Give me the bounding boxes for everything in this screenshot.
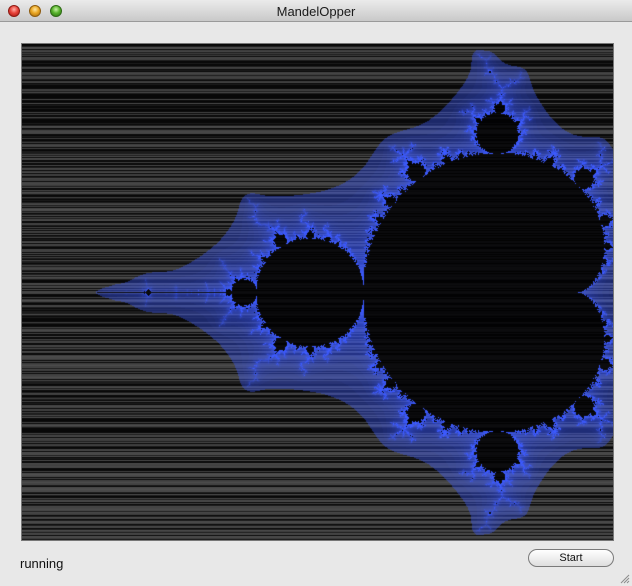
status-label: running xyxy=(20,556,64,571)
title-bar[interactable]: MandelOpper xyxy=(0,0,632,22)
fractal-render[interactable] xyxy=(22,44,613,540)
app-window: MandelOpper running Start xyxy=(0,0,632,586)
resize-grip-icon[interactable] xyxy=(618,572,630,584)
mandelbrot-canvas[interactable] xyxy=(21,43,614,541)
start-button[interactable]: Start xyxy=(528,549,614,567)
window-title: MandelOpper xyxy=(276,4,356,19)
